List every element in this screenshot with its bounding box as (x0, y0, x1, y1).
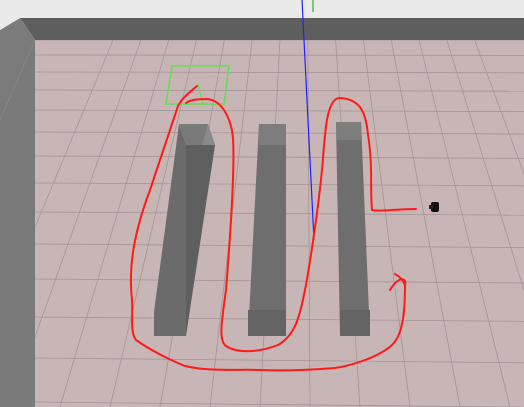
wall-top (20, 18, 524, 40)
simulation-viewport[interactable] (0, 0, 524, 407)
scene-canvas[interactable] (0, 0, 524, 407)
